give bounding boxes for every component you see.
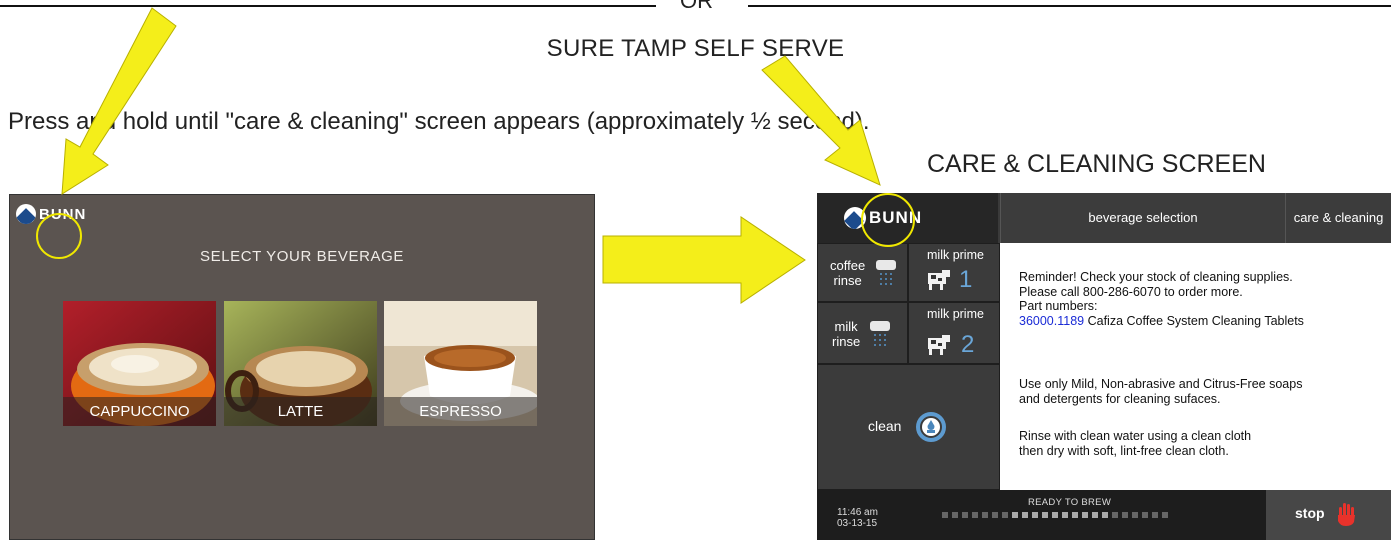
button-label: coffee [830,258,866,273]
arrow-between-screens-icon [602,216,806,304]
stop-hand-icon [1338,503,1355,526]
rinse-text: then dry with soft, lint-free clean clot… [1019,443,1229,458]
screen-title: SELECT YOUR BEVERAGE [199,248,404,265]
divider-left [0,5,656,7]
care-info-panel: Reminder! Check your stock of cleaning s… [1000,243,1391,490]
status-bar: 11:46 am 03-13-15 READY TO BREW stop [817,490,1391,540]
soap-text: and detergents for cleaning sufaces. [1019,391,1221,406]
tab-beverage-selection[interactable]: beverage selection [1000,193,1285,243]
button-label: clean [868,418,902,434]
beverage-label: CAPPUCCINO [63,397,216,426]
button-label: rinse [833,273,862,288]
divider-right [748,5,1391,7]
progress-dots [942,512,1168,518]
rinse-shower-icon [870,321,890,346]
or-text: OR [680,0,713,13]
milk-prime-number: 2 [961,331,975,358]
cow-icon [928,270,950,290]
care-cleaning-screen: BUNN beverage selection care & cleaning … [817,193,1391,540]
milk-prime-number: 1 [959,266,973,293]
reminder-text: Please call 800-286-6070 to order more. [1019,284,1243,299]
highlight-circle-right [861,193,915,247]
beverage-label: ESPRESSO [384,397,537,426]
cow-icon [928,335,950,355]
beverage-espresso[interactable]: ESPRESSO [384,301,537,426]
clock-time: 11:46 am [837,507,878,518]
part-number-line: 36000.1189 Cafiza Coffee System Cleaning… [1019,314,1304,329]
tab-care-cleaning[interactable]: care & cleaning [1285,193,1391,243]
stop-label: stop [1295,505,1325,521]
instruction-text: Press and hold until "care & cleaning" s… [8,108,870,135]
milk-prime-2-button[interactable]: milk prime 2 [908,302,1000,364]
rinse-shower-icon [876,260,896,285]
button-label: milk prime [927,307,984,321]
milk-prime-1-button[interactable]: milk prime 1 [908,243,1000,302]
highlight-circle-left [36,213,82,259]
button-label: rinse [832,334,861,349]
reminder-text: Part numbers: [1019,299,1098,313]
button-label: milk prime [927,248,984,262]
ready-status: READY TO BREW [1028,497,1112,508]
rinse-text: Rinse with clean water using a clean clo… [1019,429,1252,443]
button-label: milk [834,319,858,334]
clean-button[interactable]: clean [817,364,1000,490]
clock-date: 03-13-15 [837,518,878,529]
beverage-latte[interactable]: LATTE [224,301,377,426]
soap-text: Use only Mild, Non-abrasive and Citrus-F… [1019,377,1303,391]
part-number-link[interactable]: 36000.1189 [1019,314,1084,328]
beverage-cappuccino[interactable]: CAPPUCCINO [63,301,216,426]
coffee-rinse-button[interactable]: coffee rinse [817,243,908,302]
milk-rinse-button[interactable]: milk rinse [817,302,908,364]
clean-cycle-icon [916,412,946,442]
care-cleaning-title: CARE & CLEANING SCREEN [927,150,1266,178]
part-description: Cafiza Coffee System Cleaning Tablets [1084,313,1304,328]
sure-tamp-heading: SURE TAMP SELF SERVE [546,35,845,62]
beverage-select-screen: BUNN SELECT YOUR BEVERAGE CAPPUCCINO LAT… [9,194,595,540]
reminder-text: Reminder! Check your stock of cleaning s… [1019,270,1293,284]
stop-button[interactable]: stop [1266,490,1391,540]
beverage-label: LATTE [224,397,377,426]
bunn-logo-icon [16,204,36,224]
